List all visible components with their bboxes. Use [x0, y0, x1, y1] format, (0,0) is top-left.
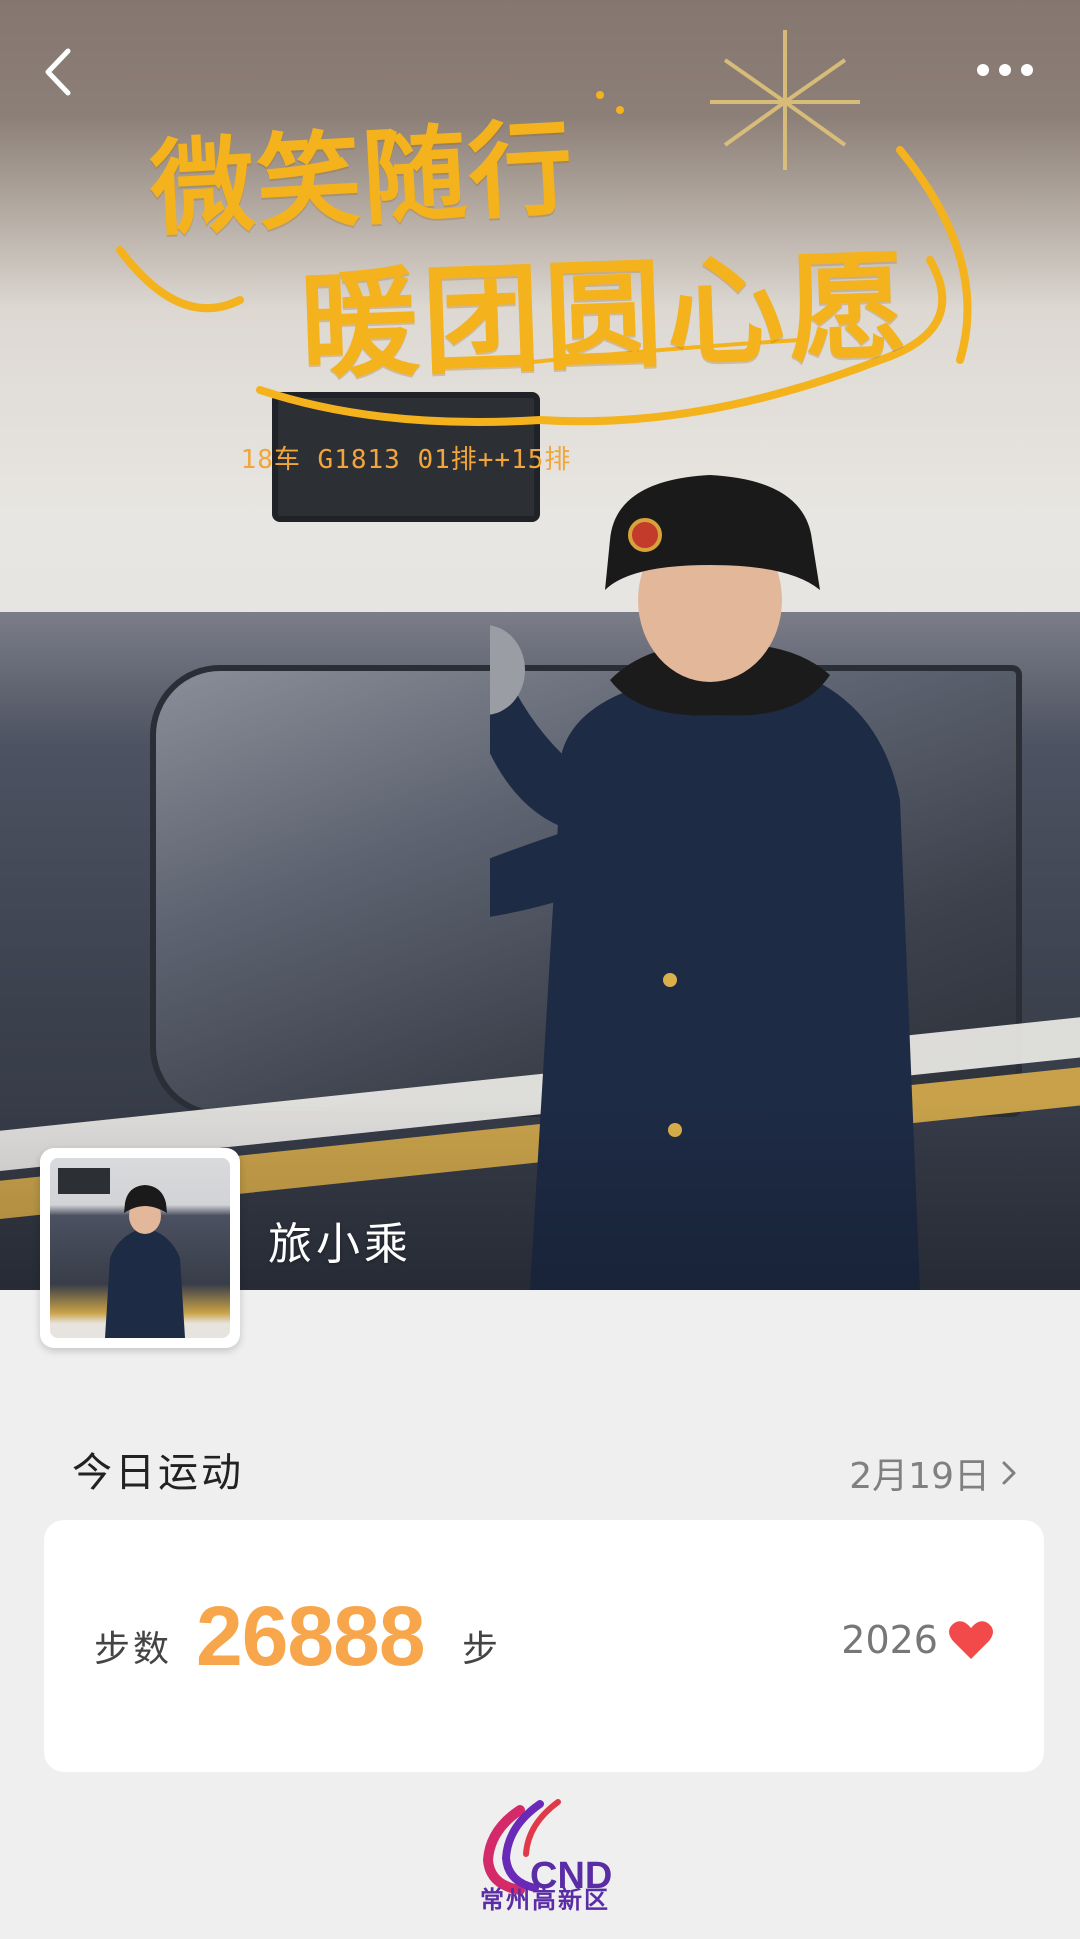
more-button[interactable]: [970, 52, 1040, 88]
avatar-image: [50, 1158, 230, 1338]
back-button[interactable]: [34, 44, 82, 100]
steps-label: 步数: [94, 1629, 173, 1670]
steps-unit: 步: [462, 1629, 499, 1670]
chevron-right-icon: [1002, 1461, 1016, 1485]
more-dots-icon: [977, 64, 1033, 76]
headline-graphic: 微笑随行 暖团圆心愿: [0, 0, 1080, 470]
logo-subtitle: 常州高新区: [480, 1886, 610, 1914]
username: 旅小乘: [268, 1219, 412, 1270]
avatar[interactable]: [40, 1148, 240, 1348]
section-title: 今日运动: [72, 1450, 244, 1496]
likes-count: 2026: [841, 1618, 938, 1662]
headline-line2: 暖团圆心愿: [298, 235, 913, 396]
avatar-photo: [58, 1168, 185, 1338]
chevron-left-icon: [45, 48, 71, 96]
date-link[interactable]: 2月19日: [849, 1447, 1018, 1499]
steps-value: 26888: [196, 1589, 426, 1683]
steps-card: 步数 26888 步 2026: [44, 1520, 1044, 1772]
like-button[interactable]: 2026: [841, 1618, 994, 1662]
heart-icon: [949, 1621, 993, 1659]
date-text: 2月19日: [849, 1456, 990, 1497]
hero-photo: 18车 G1813 01排++15排 微笑随行 暖团圆心愿: [0, 0, 1080, 1290]
